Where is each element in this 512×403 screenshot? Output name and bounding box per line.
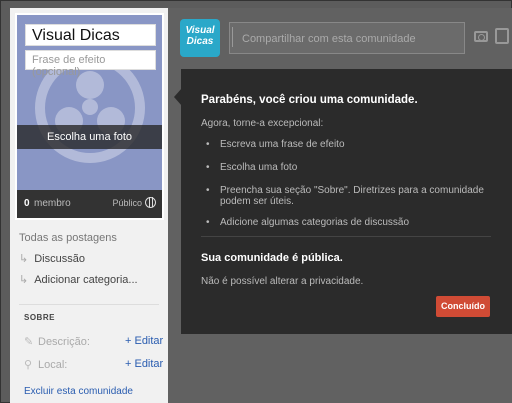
community-sidebar: Visual Dicas Frase de efeito (opcional) … bbox=[10, 8, 168, 403]
list-item: Adicione algumas categorias de discussão bbox=[201, 217, 501, 228]
edit-description-link[interactable]: + Editar bbox=[125, 335, 163, 347]
welcome-dialog: Parabéns, você criou uma comunidade. Ago… bbox=[181, 69, 512, 334]
about-heading: SOBRE bbox=[24, 313, 55, 322]
dialog-subtitle: Agora, torne-a excepcional: bbox=[201, 118, 324, 129]
cover-footer: 0 membro Público bbox=[17, 190, 162, 218]
sidebar-item-discussion[interactable]: ↳ Discussão bbox=[19, 252, 85, 265]
category-label: Discussão bbox=[34, 253, 85, 265]
description-label: Descrição: bbox=[38, 336, 90, 348]
list-item: Preencha sua seção "Sobre". Diretrizes p… bbox=[201, 185, 501, 207]
location-field: ⚲ Local: bbox=[24, 358, 67, 371]
choose-photo-button[interactable]: Escolha uma foto bbox=[17, 125, 162, 149]
share-input[interactable]: Compartilhar com esta comunidade bbox=[229, 22, 465, 54]
list-item: Escreva uma frase de efeito bbox=[201, 139, 501, 150]
cover-photo[interactable]: Visual Dicas Frase de efeito (opcional) … bbox=[15, 13, 164, 220]
member-label: membro bbox=[34, 198, 71, 209]
location-pin-icon: ⚲ bbox=[24, 359, 33, 371]
edit-location-link[interactable]: + Editar bbox=[125, 358, 163, 370]
list-item: Escolha uma foto bbox=[201, 162, 501, 173]
globe-icon bbox=[145, 197, 156, 208]
add-category-link[interactable]: ↳ Adicionar categoria... bbox=[19, 273, 138, 286]
privacy-label: Público bbox=[112, 198, 142, 208]
public-title: Sua comunidade é pública. bbox=[201, 252, 343, 264]
member-count: 0 bbox=[24, 198, 30, 209]
tips-list: Escreva uma frase de efeito Escolha uma … bbox=[201, 139, 501, 228]
location-label: Local: bbox=[38, 359, 68, 371]
link-icon[interactable] bbox=[495, 28, 509, 44]
description-field: ✎ Descrição: bbox=[24, 335, 90, 348]
tagline-input[interactable]: Frase de efeito (opcional) bbox=[25, 50, 156, 78]
return-arrow-icon: ↳ bbox=[19, 253, 29, 265]
camera-icon[interactable] bbox=[474, 31, 488, 42]
community-name-input[interactable]: Visual Dicas bbox=[25, 24, 156, 46]
delete-community-link[interactable]: Excluir esta comunidade bbox=[24, 386, 133, 397]
divider bbox=[19, 304, 159, 305]
all-posts-link[interactable]: Todas as postagens bbox=[19, 232, 117, 244]
return-arrow-icon: ↳ bbox=[19, 274, 29, 286]
privacy-note: Não é possível alterar a privacidade. bbox=[201, 276, 364, 287]
pencil-icon: ✎ bbox=[24, 336, 34, 348]
done-button[interactable]: Concluído bbox=[436, 296, 490, 317]
dialog-title: Parabéns, você criou uma comunidade. bbox=[201, 94, 418, 106]
category-label: Adicionar categoria... bbox=[34, 274, 138, 286]
divider bbox=[201, 236, 491, 237]
community-badge-avatar: Visual Dicas bbox=[180, 19, 220, 57]
